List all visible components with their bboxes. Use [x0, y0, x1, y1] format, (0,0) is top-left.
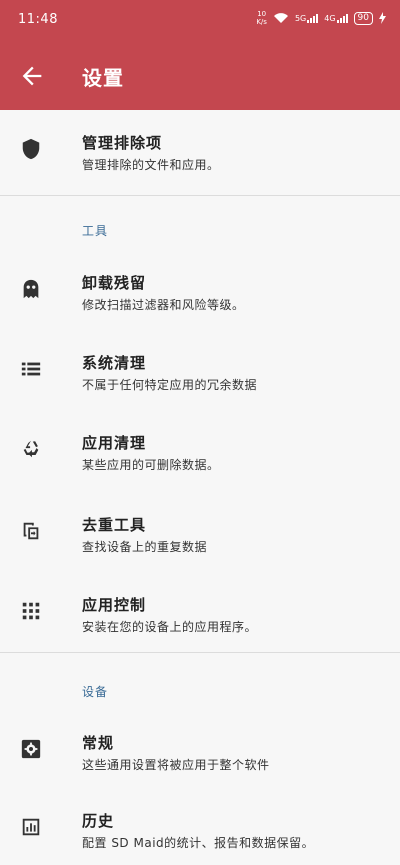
item-subtitle: 某些应用的可删除数据。: [82, 458, 220, 472]
item-subtitle: 安装在您的设备上的应用程序。: [82, 620, 258, 634]
network-speed: 10 K/s: [256, 10, 267, 26]
item-title: 历史: [82, 812, 115, 830]
duplicate-icon: [23, 522, 39, 540]
signal-4g-label: 4G: [324, 13, 336, 23]
item-title: 卸载残留: [82, 274, 147, 292]
charging-icon: [379, 12, 386, 24]
item-title: 系统清理: [82, 354, 147, 372]
gear-icon: [21, 739, 41, 759]
settings-item-corpse-finder[interactable]: 卸载残留 修改扫描过滤器和风险等级。: [0, 250, 400, 328]
settings-item-deduplicator[interactable]: 去重工具 查找设备上的重复数据: [0, 492, 400, 570]
wifi-icon: [273, 13, 288, 23]
divider: [0, 652, 400, 653]
settings-item-app-control[interactable]: 应用控制 安装在您的设备上的应用程序。: [0, 572, 400, 650]
item-subtitle: 管理排除的文件和应用。: [82, 158, 220, 172]
item-subtitle: 配置 SD Maid的统计、报告和数据保留。: [82, 836, 315, 850]
signal-bars-icon: [336, 13, 348, 23]
divider: [0, 195, 400, 196]
chart-icon: [22, 818, 40, 836]
signal-5g-label: 5G: [294, 13, 307, 23]
item-subtitle: 查找设备上的重复数据: [82, 540, 208, 554]
section-header-tools: 工具: [82, 224, 109, 238]
apps-grid-icon: [22, 602, 40, 620]
status-bar: 11:48 10 K/s 5G 4G 90: [0, 0, 400, 38]
list-icon: [21, 362, 41, 376]
item-title: 应用清理: [82, 434, 147, 452]
item-title: 去重工具: [82, 516, 147, 534]
signal-bars-icon: [307, 13, 319, 23]
settings-item-system-cleaner[interactable]: 系统清理 不属于任何特定应用的冗余数据: [0, 330, 400, 408]
status-time: 11:48: [18, 12, 58, 27]
item-title: 常规: [82, 734, 115, 752]
page-title: 设置: [82, 66, 124, 90]
app-bar: 设置: [0, 50, 400, 100]
back-arrow-icon[interactable]: [18, 62, 46, 90]
shield-icon: [22, 138, 40, 160]
status-icons: 10 K/s 5G 4G 90: [256, 10, 386, 26]
ghost-icon: [23, 279, 39, 299]
item-title: 管理排除项: [82, 134, 163, 152]
settings-item-exclusions[interactable]: 管理排除项 管理排除的文件和应用。: [0, 110, 400, 188]
item-subtitle: 这些通用设置将被应用于整个软件: [82, 758, 270, 772]
recycle-icon: [23, 440, 39, 458]
network-speed-value: 10: [257, 10, 267, 18]
section-header-device: 设备: [82, 685, 109, 699]
settings-item-general[interactable]: 常规 这些通用设置将被应用于整个软件: [0, 710, 400, 788]
signal-5g: 5G: [294, 13, 319, 23]
network-speed-unit: K/s: [256, 18, 267, 26]
battery-level: 90: [353, 11, 373, 25]
settings-item-app-cleaner[interactable]: 应用清理 某些应用的可删除数据。: [0, 410, 400, 488]
settings-item-history[interactable]: 历史 配置 SD Maid的统计、报告和数据保留。: [0, 788, 400, 865]
item-subtitle: 不属于任何特定应用的冗余数据: [82, 378, 258, 392]
item-title: 应用控制: [82, 596, 147, 614]
signal-4g: 4G: [324, 13, 348, 23]
top-app-bar: 11:48 10 K/s 5G 4G 90 设置: [0, 0, 400, 110]
item-subtitle: 修改扫描过滤器和风险等级。: [82, 298, 245, 312]
